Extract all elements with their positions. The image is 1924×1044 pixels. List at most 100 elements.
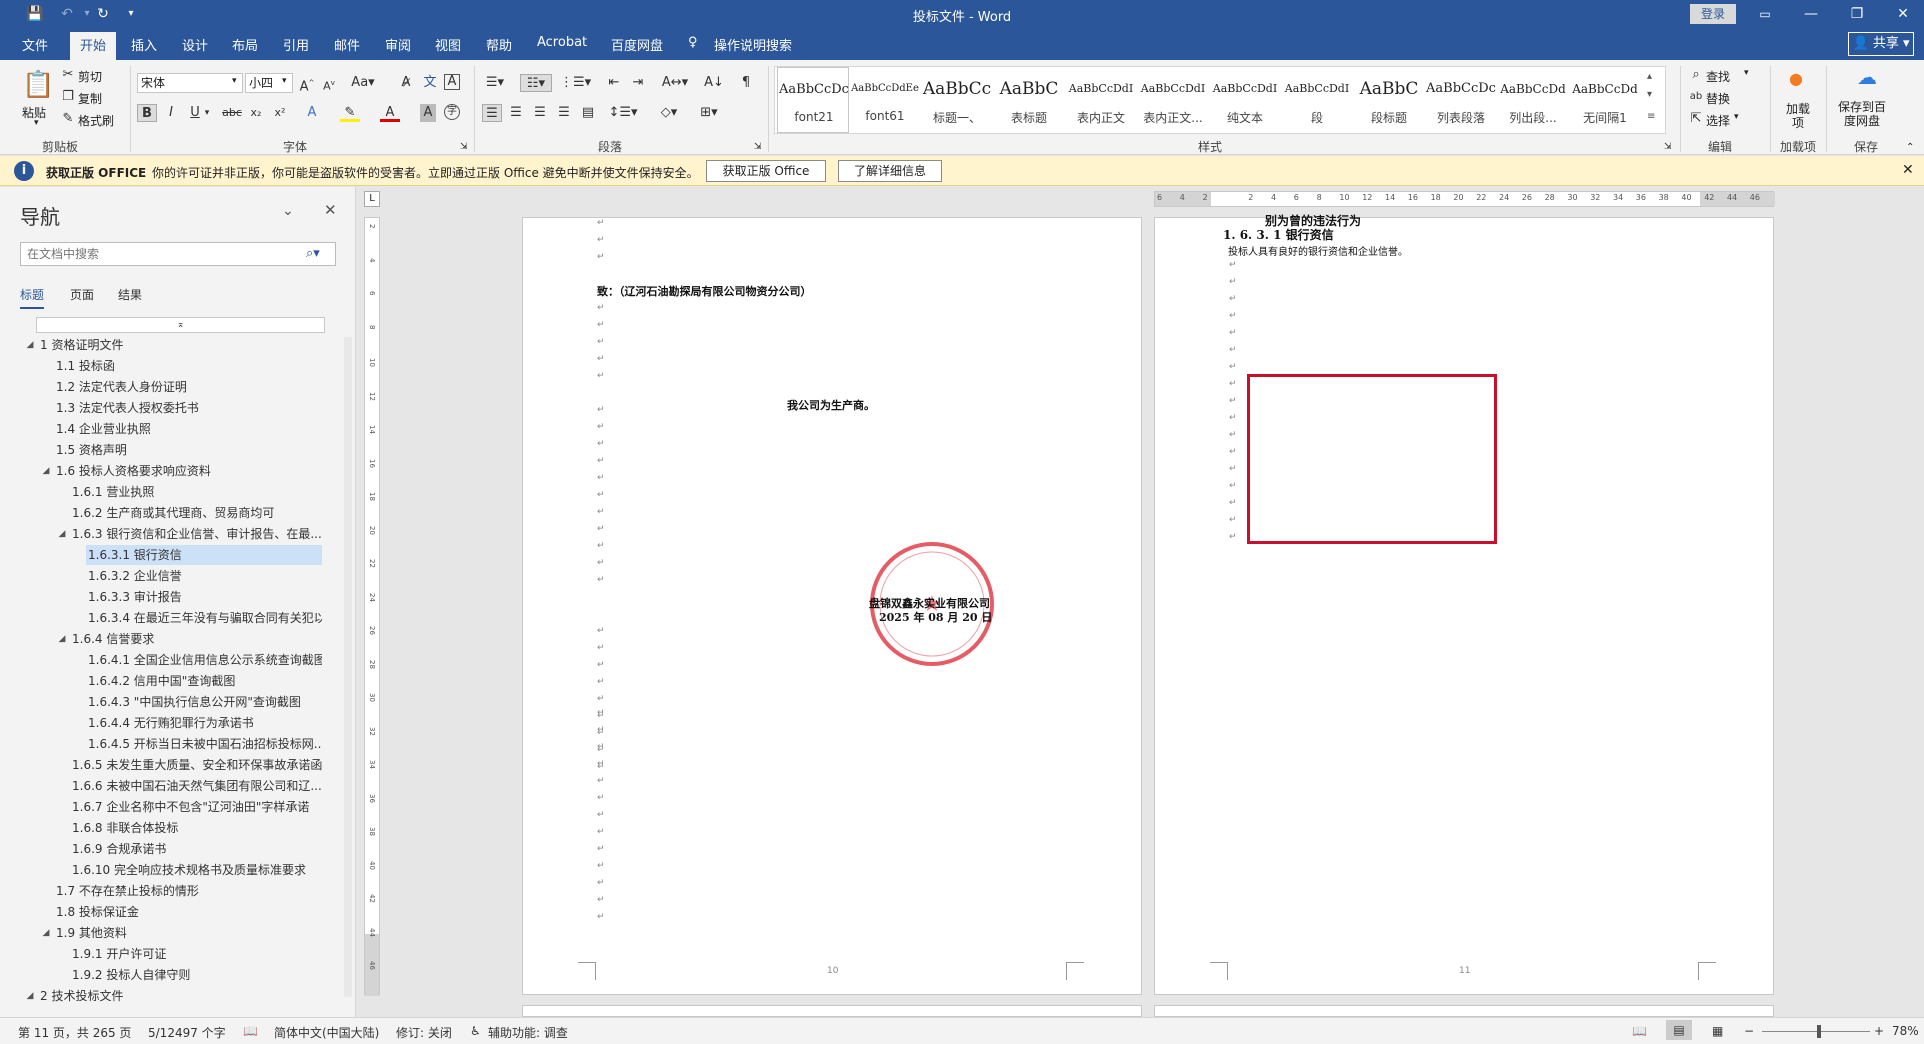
nav-heading-item[interactable]: 1.6.3.4 在最近三年没有与骗取合同有关犯以... — [86, 608, 322, 628]
style-font21[interactable]: AaBbCcDc font21 — [777, 67, 849, 133]
nav-heading-item[interactable]: 1.6.9 合规承诺书 — [70, 839, 322, 859]
superscript-icon[interactable]: x² — [270, 104, 290, 122]
nav-heading-item[interactable]: 1.9.1 开户许可证 — [70, 944, 322, 964]
tab-acrobat[interactable]: Acrobat — [537, 35, 587, 50]
baidu-cloud-icon[interactable]: ☁ — [1852, 67, 1882, 92]
text-effects-icon[interactable]: A — [302, 104, 322, 122]
find-icon[interactable]: ⌕ — [1686, 66, 1706, 84]
tab-insert[interactable]: 插入 — [131, 35, 157, 54]
style-heading1[interactable]: AaBbCc 标题一、 — [921, 67, 993, 133]
accessibility-status[interactable]: 辅助功能: 调查 — [488, 1024, 568, 1041]
style-paragraph-title[interactable]: AaBbC 段标题 — [1353, 67, 1425, 133]
nav-heading-item[interactable]: 1.1 投标函 — [54, 356, 322, 376]
italic-icon[interactable]: I — [161, 104, 181, 122]
nav-heading-item[interactable]: 2 技术投标文件 — [38, 986, 322, 1006]
character-shading-icon[interactable]: A — [420, 104, 436, 122]
font-color-icon[interactable]: A — [380, 104, 400, 122]
nav-options-icon[interactable]: ⌄ — [282, 203, 294, 219]
bold-icon[interactable]: B — [137, 104, 157, 122]
tab-baidu[interactable]: 百度网盘 — [611, 35, 663, 54]
close-infobar-icon[interactable]: ✕ — [1902, 162, 1914, 178]
share-button[interactable]: 👤 共享 ▾ — [1848, 32, 1914, 56]
nav-search-input[interactable]: 在文档中搜索 — [20, 242, 336, 266]
tab-home[interactable]: 开始 — [70, 32, 117, 60]
style-font61[interactable]: AaBbCcDdEe font61 — [849, 67, 921, 133]
styles-scroll-down-icon[interactable]: ▾ — [1647, 89, 1652, 100]
close-icon[interactable]: ✕ — [1880, 0, 1924, 28]
style-plain-text[interactable]: AaBbCcDdI 纯文本 — [1209, 67, 1281, 133]
borders-icon[interactable]: ⊞▾ — [694, 104, 724, 122]
chinese-layout-icon[interactable]: A↔▾ — [660, 74, 690, 92]
expand-collapse-icon[interactable]: ◢ — [40, 461, 52, 481]
font-name-dropdown-icon[interactable]: ▾ — [232, 76, 237, 86]
language[interactable]: 简体中文(中国大陆) — [274, 1024, 379, 1041]
replace-button[interactable]: 替换 — [1706, 90, 1730, 107]
subscript-icon[interactable]: x₂ — [246, 104, 266, 122]
multilevel-list-icon[interactable]: ⋮☰▾ — [560, 74, 591, 92]
nav-heading-item[interactable]: 1.6.2 生产商或其代理商、贸易商均可 — [70, 503, 322, 523]
nav-heading-item[interactable]: 1.9 其他资料 — [54, 923, 322, 943]
tab-pages[interactable]: 页面 — [70, 286, 94, 303]
highlight-icon[interactable]: ✎ — [340, 104, 360, 122]
nav-heading-item[interactable]: 1.6.4.3 "中国执行信息公开网"查询截图 — [86, 692, 322, 712]
strikethrough-icon[interactable]: abc — [222, 104, 242, 122]
zoom-level[interactable]: 78% — [1892, 1024, 1919, 1038]
tab-results[interactable]: 结果 — [118, 286, 142, 303]
tab-mailings[interactable]: 邮件 — [334, 35, 360, 54]
zoom-slider-thumb[interactable] — [1816, 1025, 1821, 1038]
styles-dialog-launcher-icon[interactable]: ⇲ — [1664, 142, 1672, 152]
style-list-paragraph[interactable]: AaBbCcDc 列表段落 — [1425, 67, 1497, 133]
nav-heading-item[interactable]: 1.6.3 银行资信和企业信誉、审计报告、在最... — [70, 524, 322, 544]
get-genuine-office-button[interactable]: 获取正版 Office — [706, 160, 826, 182]
find-dropdown-icon[interactable]: ▾ — [1744, 68, 1749, 78]
sort-icon[interactable]: A↓ — [704, 74, 724, 92]
clear-formatting-icon[interactable]: A̷ — [396, 74, 416, 92]
login-button[interactable]: 登录 — [1690, 4, 1736, 24]
find-button[interactable]: 查找 — [1706, 68, 1730, 85]
nav-heading-item[interactable]: 1.6.7 企业名称中不包含"辽河油田"字样承诺 — [70, 797, 322, 817]
expand-collapse-icon[interactable]: ◢ — [40, 923, 52, 943]
shading-icon[interactable]: ◇▾ — [654, 104, 684, 122]
nav-heading-item[interactable]: 1.6.3.1 银行资信 — [86, 545, 322, 565]
tab-layout[interactable]: 布局 — [232, 35, 258, 54]
cut-icon[interactable]: ✂ — [58, 66, 78, 84]
character-border-icon[interactable]: A — [444, 74, 460, 90]
vertical-ruler[interactable]: 2 4 6 8 10 12 14 16 18 20 22 24 26 28 30 32 34 36 38 40 42 44… — [364, 217, 380, 996]
proofing-icon[interactable]: 📖 — [243, 1024, 258, 1038]
style-table-title[interactable]: AaBbC 表标题 — [993, 67, 1065, 133]
track-changes-status[interactable]: 修订: 关闭 — [396, 1024, 452, 1041]
style-no-spacing[interactable]: AaBbCcDd 无间隔1 — [1569, 67, 1641, 133]
restore-icon[interactable]: ❐ — [1834, 0, 1880, 28]
accessibility-icon[interactable]: ♿ — [470, 1024, 481, 1038]
copy-button[interactable]: 复制 — [78, 90, 102, 107]
web-layout-icon[interactable]: ▦ — [1712, 1024, 1723, 1038]
nav-heading-item[interactable]: 1.8 投标保证金 — [54, 902, 322, 922]
nav-heading-item[interactable]: 1.6.4 信誉要求 — [70, 629, 322, 649]
tell-me-search[interactable]: 操作说明搜索 — [714, 35, 792, 54]
nav-heading-item[interactable]: 1.6.10 完全响应技术规格书及质量标准要求 — [70, 860, 322, 880]
save-to-baidu-button[interactable]: 保存到百度网盘 — [1834, 100, 1890, 128]
distributed-icon[interactable]: ▤ — [578, 104, 598, 122]
nav-heading-item[interactable]: 1.6.3.2 企业信誉 — [86, 566, 322, 586]
nav-heading-item[interactable]: 1.6.1 营业执照 — [70, 482, 322, 502]
nav-heading-item[interactable]: 1.2 法定代表人身份证明 — [54, 377, 322, 397]
phonetic-guide-icon[interactable]: 文 — [420, 74, 440, 92]
underline-dropdown-icon[interactable]: ▾ — [202, 104, 212, 122]
font-name-box[interactable]: 宋体 — [137, 73, 243, 93]
nav-heading-item[interactable]: 1.6.3.3 审计报告 — [86, 587, 322, 607]
align-left-icon[interactable]: ☰ — [482, 104, 502, 122]
style-paragraph[interactable]: AaBbCcDdI 段 — [1281, 67, 1353, 133]
line-spacing-icon[interactable]: ↕☰▾ — [608, 104, 638, 122]
nav-heading-item[interactable]: 1.9.2 投标人自律守则 — [70, 965, 322, 985]
nav-heading-item[interactable]: 1.6.4.5 开标当日未被中国石油招标投标网... — [86, 734, 322, 754]
ribbon-display-icon[interactable]: ▭ — [1742, 0, 1788, 28]
shrink-font-icon[interactable]: Av — [319, 74, 339, 93]
zoom-in-icon[interactable]: + — [1874, 1024, 1884, 1038]
tab-design[interactable]: 设计 — [182, 35, 208, 54]
expand-collapse-icon[interactable]: ◢ — [24, 335, 36, 355]
nav-scroll-up-icon[interactable]: ⌅ — [36, 317, 325, 333]
select-button[interactable]: 选择 — [1706, 112, 1730, 129]
nav-heading-item[interactable]: 1.6.4.2 信用中国"查询截图 — [86, 671, 322, 691]
increase-indent-icon[interactable]: ⇥ — [628, 74, 648, 92]
font-size-dropdown-icon[interactable]: ▾ — [282, 76, 287, 86]
